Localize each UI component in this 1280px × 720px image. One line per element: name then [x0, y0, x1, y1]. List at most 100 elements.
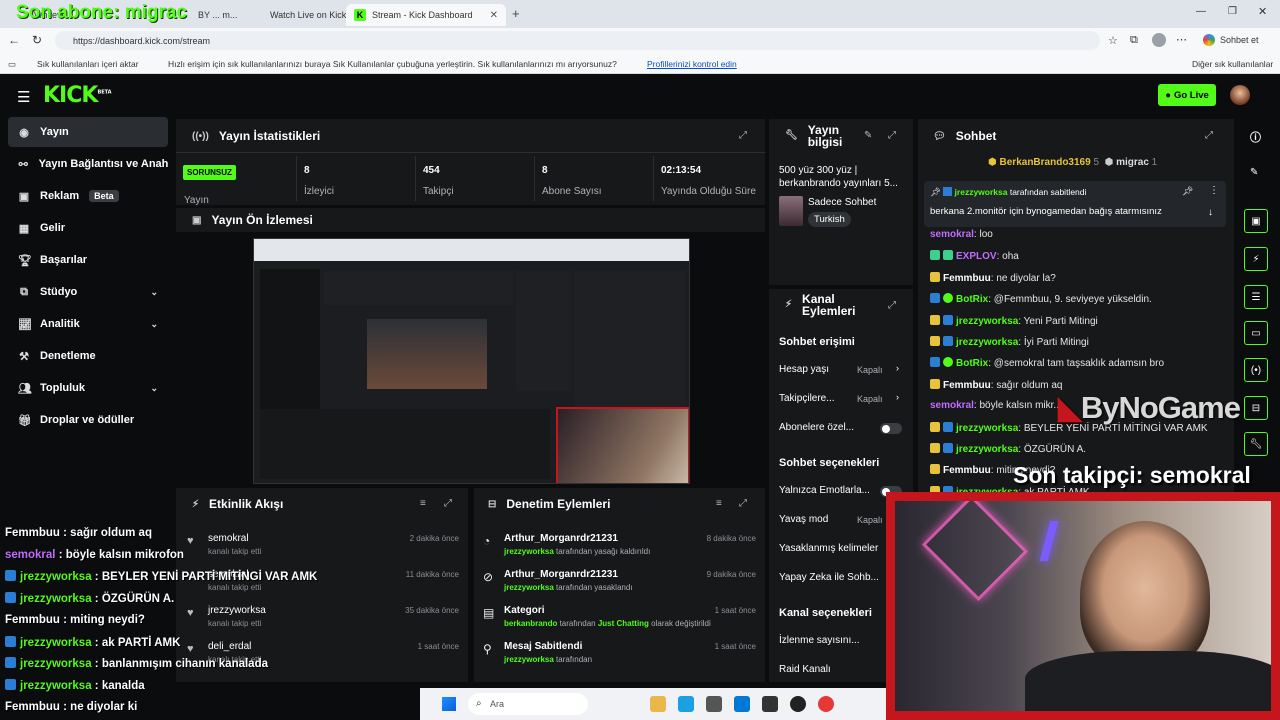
sidebar-item-1[interactable]: ⚯ Yayın Bağlantısı ve Anahtarı — [8, 149, 168, 179]
obs-icon[interactable] — [762, 696, 778, 712]
folder-icon[interactable] — [650, 696, 666, 712]
top-gifter-1[interactable]: BerkanBrando3169 — [1000, 157, 1091, 168]
check-profiles-link[interactable]: Profillerinizi kontrol edin — [647, 59, 737, 69]
chevron-right-icon[interactable]: › — [896, 363, 899, 373]
chat-toggle-icon[interactable]: ▭ — [1244, 321, 1268, 345]
preview-toggle-icon[interactable]: ▣ — [1244, 209, 1268, 233]
record-icon[interactable] — [818, 696, 834, 712]
expand-icon[interactable]: ⤢ — [444, 498, 452, 509]
follower-name[interactable]: deli_erdal — [208, 641, 251, 652]
refresh-icon[interactable]: ↻ — [32, 33, 42, 47]
chat-username[interactable]: jrezzyworksa — [956, 337, 1018, 348]
minimize-icon[interactable]: — — [1196, 6, 1206, 17]
lightning-toggle-icon[interactable]: ⚡︎ — [1244, 247, 1268, 271]
moderation-toggle-icon[interactable]: ⊟ — [1244, 396, 1268, 420]
pinned-by-user[interactable]: jrezzyworksa — [955, 187, 1008, 197]
browser-tab-2[interactable]: BY ... m... — [190, 4, 260, 26]
chat-username[interactable]: BotRix — [956, 294, 988, 305]
collections-icon[interactable]: ⧉ — [1130, 34, 1138, 47]
raid-channel-label[interactable]: Raid Kanalı — [779, 664, 831, 675]
sidebar-item-0[interactable]: ◉ Yayın — [8, 117, 168, 147]
pencil-icon[interactable]: ✎ — [1250, 167, 1258, 178]
chevron-down-icon[interactable]: ⌄ — [150, 319, 158, 330]
chat-username[interactable]: Femmbuu — [943, 273, 991, 284]
sidebar-item-7[interactable]: ⚒ Denetleme — [8, 341, 168, 371]
app-icon[interactable] — [790, 696, 806, 712]
new-tab-icon[interactable]: + — [512, 6, 520, 21]
chat-username[interactable]: jrezzyworksa — [956, 316, 1018, 327]
chat-username[interactable]: BotRix — [956, 358, 988, 369]
chevron-right-icon[interactable]: › — [896, 392, 899, 402]
browser-tab-active[interactable]: K Stream - Kick Dashboard ✕ — [346, 4, 506, 26]
expand-icon[interactable]: ⤢ — [1205, 130, 1213, 141]
unpin-icon[interactable]: 📌︎ — [1182, 186, 1193, 197]
chat-username[interactable]: Femmbuu — [943, 380, 991, 391]
filter-icon[interactable]: ≡ — [420, 498, 426, 509]
url-field[interactable]: https://dashboard.kick.com/stream — [55, 31, 1100, 50]
copilot-label[interactable]: Sohbet et — [1220, 35, 1259, 45]
chat-username[interactable]: semokral — [930, 229, 974, 240]
account-age-value[interactable]: Kapalı — [857, 365, 883, 375]
sidebar-item-6[interactable]: 📈︎ Analitik ⌄ — [8, 309, 168, 339]
sidebar-item-9[interactable]: 🎁︎ Droplar ve ödüller — [8, 405, 168, 435]
back-icon[interactable]: ← — [8, 33, 20, 47]
ai-moderation-label[interactable]: Yapay Zeka ile Sohb... — [779, 572, 879, 583]
expand-icon[interactable]: ⤢ — [888, 300, 896, 311]
mod-user[interactable]: jrezzyworksa — [504, 655, 554, 664]
mod-category[interactable]: Just Chatting — [598, 619, 649, 628]
mod-user[interactable]: jrezzyworksa — [504, 547, 554, 556]
chat-username[interactable]: semokral — [930, 400, 974, 411]
chevron-down-icon[interactable]: ⌄ — [150, 383, 158, 394]
edge-icon[interactable] — [678, 696, 694, 712]
kick-logo[interactable]: KICKBETA — [43, 83, 112, 108]
chat-username[interactable]: jrezzyworksa — [956, 444, 1018, 455]
more-icon[interactable]: ⋯ — [1176, 33, 1187, 46]
followers-only-label[interactable]: Takipçilere... — [779, 393, 835, 404]
follower-name[interactable]: semokral — [208, 533, 249, 544]
slow-mode-label[interactable]: Yavaş mod — [779, 514, 828, 525]
wrench-toggle-icon[interactable]: 🔧︎ — [1244, 432, 1268, 456]
chat-username[interactable]: jrezzyworksa — [956, 423, 1018, 434]
taskbar-search[interactable]: Ara — [468, 693, 588, 715]
account-age-label[interactable]: Hesap yaşı — [779, 364, 829, 375]
other-favorites-link[interactable]: Diğer sık kullanılanlar — [1192, 59, 1273, 69]
follower-name[interactable]: jrezzyworksa — [208, 605, 266, 616]
window-close-icon[interactable]: ✕ — [1258, 5, 1267, 18]
stats-toggle-icon[interactable]: (•) — [1244, 358, 1268, 382]
mod-user[interactable]: jrezzyworksa — [504, 583, 554, 592]
chat-username[interactable]: EXPLOV — [956, 251, 997, 262]
followers-only-value[interactable]: Kapalı — [857, 394, 883, 404]
subs-only-toggle[interactable] — [880, 423, 902, 434]
profile-icon[interactable] — [1152, 33, 1166, 47]
go-live-button[interactable]: ● Go Live — [1158, 84, 1216, 106]
expand-icon[interactable]: ⤢ — [739, 130, 747, 141]
store-icon[interactable] — [706, 696, 722, 712]
sidebar-item-3[interactable]: ▦ Gelir — [8, 213, 168, 243]
more-options-icon[interactable]: ⋮ — [1209, 185, 1219, 196]
sidebar-item-4[interactable]: 🏆︎ Başarılar — [8, 245, 168, 275]
banned-words-link[interactable]: Yasaklanmış kelimeler — [779, 543, 878, 554]
close-tab-icon[interactable]: ✕ — [490, 10, 498, 21]
chevron-down-icon[interactable]: ⌄ — [150, 287, 158, 298]
list-toggle-icon[interactable]: ☰ — [1244, 285, 1268, 309]
sidebar-item-8[interactable]: 👥︎ Topluluk ⌄ — [8, 373, 168, 403]
expand-icon[interactable]: ⤢ — [739, 498, 747, 509]
expand-icon[interactable]: ⤢ — [888, 130, 896, 141]
filter-icon[interactable]: ≡ — [716, 498, 722, 509]
import-favorites-link[interactable]: Sık kullanılanları içeri aktar — [37, 59, 139, 69]
slow-mode-value[interactable]: Kapalı — [857, 515, 883, 525]
mail-icon[interactable] — [734, 696, 750, 712]
sidebar-item-5[interactable]: ⧉ Stüdyo ⌄ — [8, 277, 168, 307]
stream-preview-video[interactable] — [253, 238, 690, 484]
favorites-star-icon[interactable]: ☆ — [1108, 34, 1118, 47]
maximize-icon[interactable]: ❐ — [1228, 6, 1237, 17]
info-icon[interactable]: ⓘ — [1250, 129, 1261, 145]
edit-icon[interactable]: ✎ — [864, 130, 872, 141]
top-gifter-2[interactable]: migrac — [1116, 157, 1149, 168]
windows-start-icon[interactable] — [442, 697, 456, 711]
mod-user[interactable]: berkanbrando — [504, 619, 557, 628]
hamburger-menu-icon[interactable]: ☰ — [17, 88, 30, 106]
collapse-arrow-icon[interactable]: ↓ — [1208, 207, 1213, 218]
user-avatar[interactable] — [1230, 85, 1250, 105]
chat-username[interactable]: Femmbuu — [943, 465, 991, 476]
